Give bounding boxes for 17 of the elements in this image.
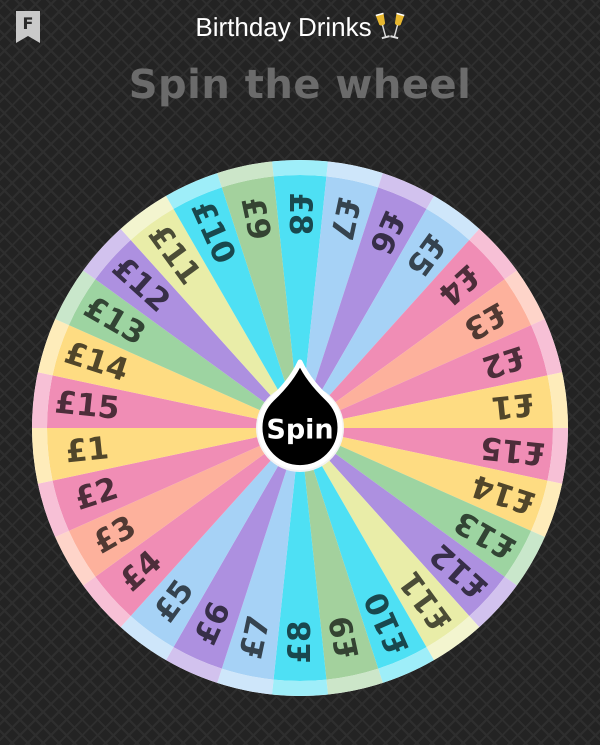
segment-label: £15 [478,429,547,472]
segment-label: £7 [322,194,367,244]
segment-label: £15 [53,384,122,427]
segment-label: £8 [282,192,318,236]
segment-label: £1 [64,430,110,471]
segment-label: £9 [322,612,367,662]
heading: Spin the wheel [128,62,472,108]
segment-label: £8 [282,620,318,664]
segment-label: £7 [233,612,278,662]
spin-button[interactable]: Spin [258,360,342,470]
prize-wheel-drawing[interactable] [32,160,568,696]
bookmark-badge[interactable]: F [16,11,40,43]
segment-label: £2 [477,338,530,386]
segment-label: £1 [490,385,536,426]
segment-label: £9 [233,194,278,244]
segment-label: £2 [70,470,123,518]
window-title: Birthday Drinks [195,12,372,42]
